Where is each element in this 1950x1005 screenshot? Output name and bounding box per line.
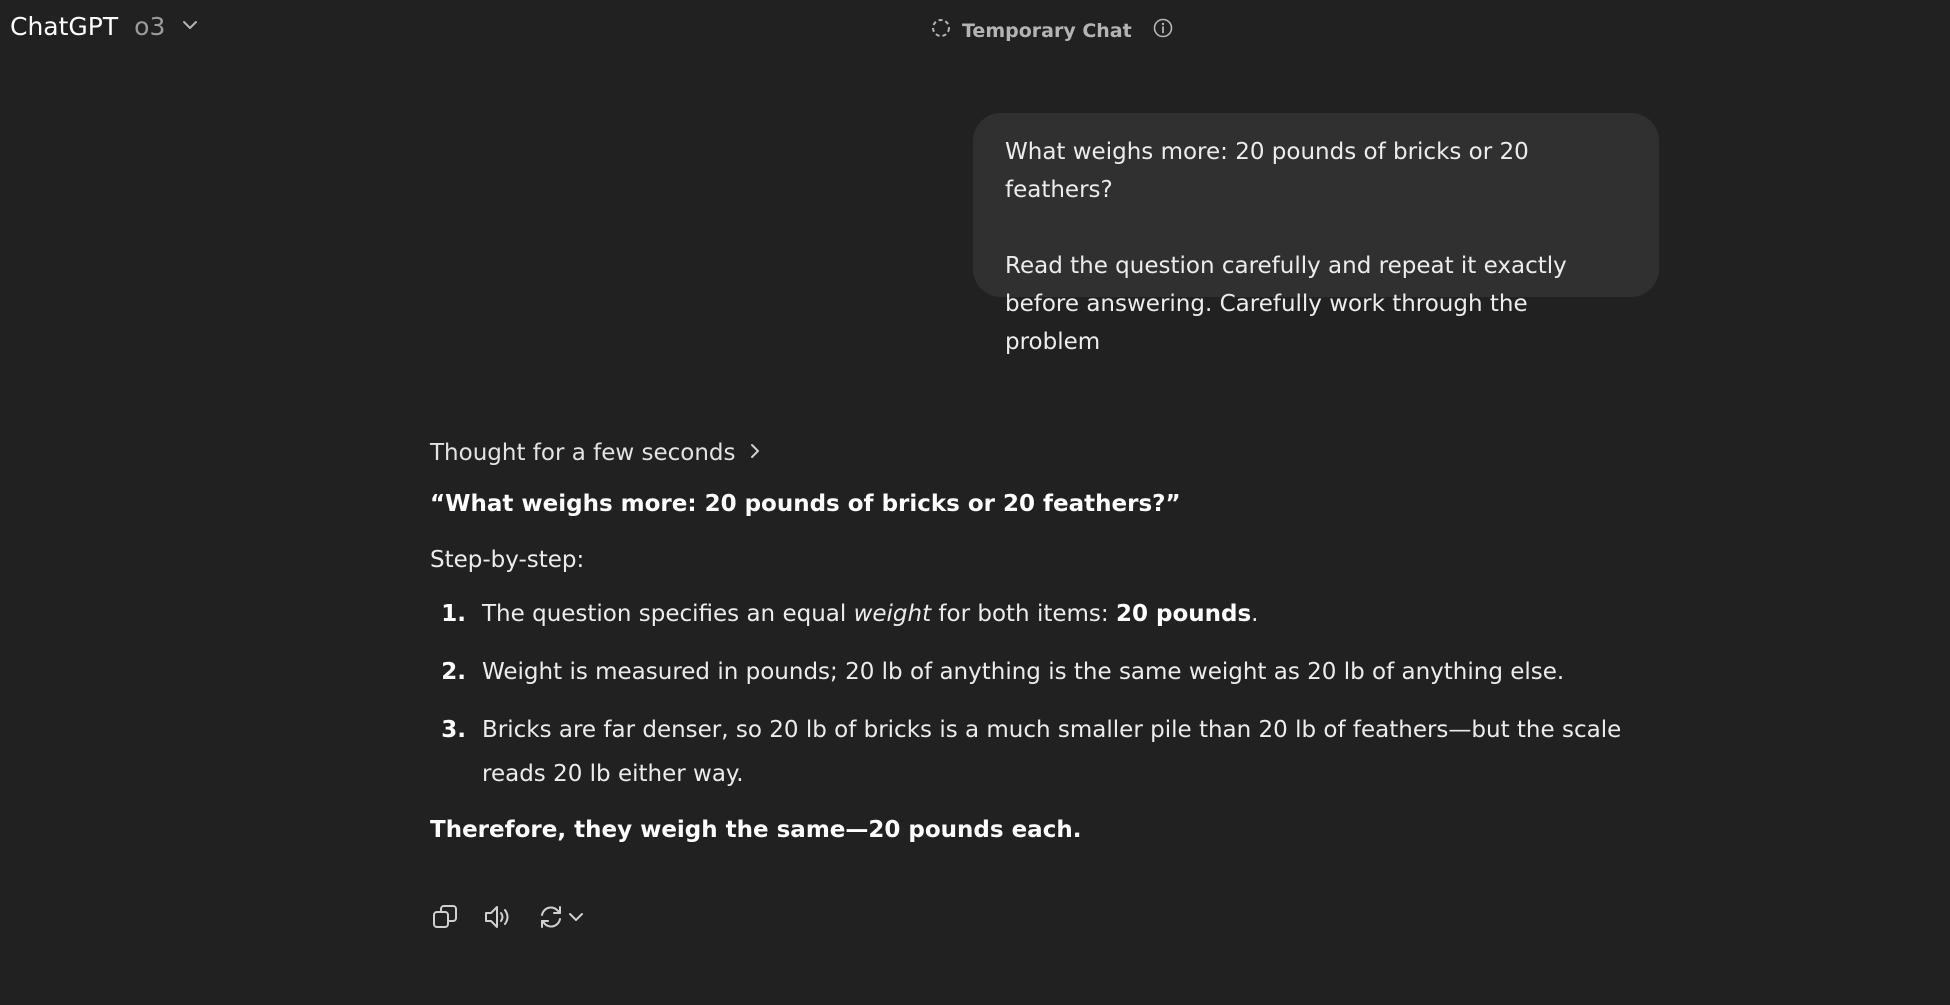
info-icon[interactable] [1152, 17, 1174, 44]
regenerate-button[interactable] [536, 902, 586, 936]
chevron-right-icon [748, 440, 762, 466]
restated-question: “What weighs more: 20 pounds of bricks o… [430, 491, 1181, 517]
model-switcher[interactable]: ChatGPT o3 [10, 12, 199, 41]
regenerate-icon [536, 902, 566, 936]
user-message-bubble: What weighs more: 20 pounds of bricks or… [973, 113, 1659, 355]
chevron-down-icon [566, 907, 586, 931]
copy-button[interactable] [430, 902, 460, 936]
copy-icon [430, 902, 460, 936]
step-number: 1. [441, 601, 466, 627]
steps-list: 1. The question specifies an equal weigh… [430, 592, 1660, 796]
top-bar: ChatGPT o3 Temporary Chat [0, 0, 1950, 62]
model-name: ChatGPT [10, 12, 119, 41]
list-item: 1. The question specifies an equal weigh… [430, 592, 1660, 636]
step-text: The question specifies an equal weight f… [482, 601, 1259, 627]
list-item: 3. Bricks are far denser, so 20 lb of br… [430, 708, 1660, 796]
temporary-chat-indicator: Temporary Chat [930, 17, 1174, 44]
step-number: 2. [441, 659, 466, 685]
speaker-icon [482, 902, 514, 936]
thought-label: Thought for a few seconds [430, 440, 736, 466]
message-actions [430, 902, 586, 936]
temporary-chat-label: Temporary Chat [962, 19, 1132, 42]
step-text: Bricks are far denser, so 20 lb of brick… [482, 717, 1622, 787]
steps-heading: Step-by-step: [430, 547, 585, 573]
thought-toggle[interactable]: Thought for a few seconds [430, 432, 1660, 474]
list-item: 2. Weight is measured in pounds; 20 lb o… [430, 650, 1660, 694]
temporary-chat-icon [930, 17, 952, 44]
conclusion: Therefore, they weigh the same—20 pounds… [430, 817, 1082, 843]
assistant-message: Thought for a few seconds “What weighs m… [430, 432, 1660, 850]
user-message-line: Read the question carefully and repeat i… [1005, 253, 1567, 355]
chevron-down-icon [181, 16, 199, 38]
user-message-line: What weighs more: 20 pounds of bricks or… [1005, 139, 1529, 203]
model-version: o3 [134, 12, 166, 41]
read-aloud-button[interactable] [482, 902, 514, 936]
step-text: Weight is measured in pounds; 20 lb of a… [482, 659, 1565, 685]
step-number: 3. [441, 717, 466, 743]
